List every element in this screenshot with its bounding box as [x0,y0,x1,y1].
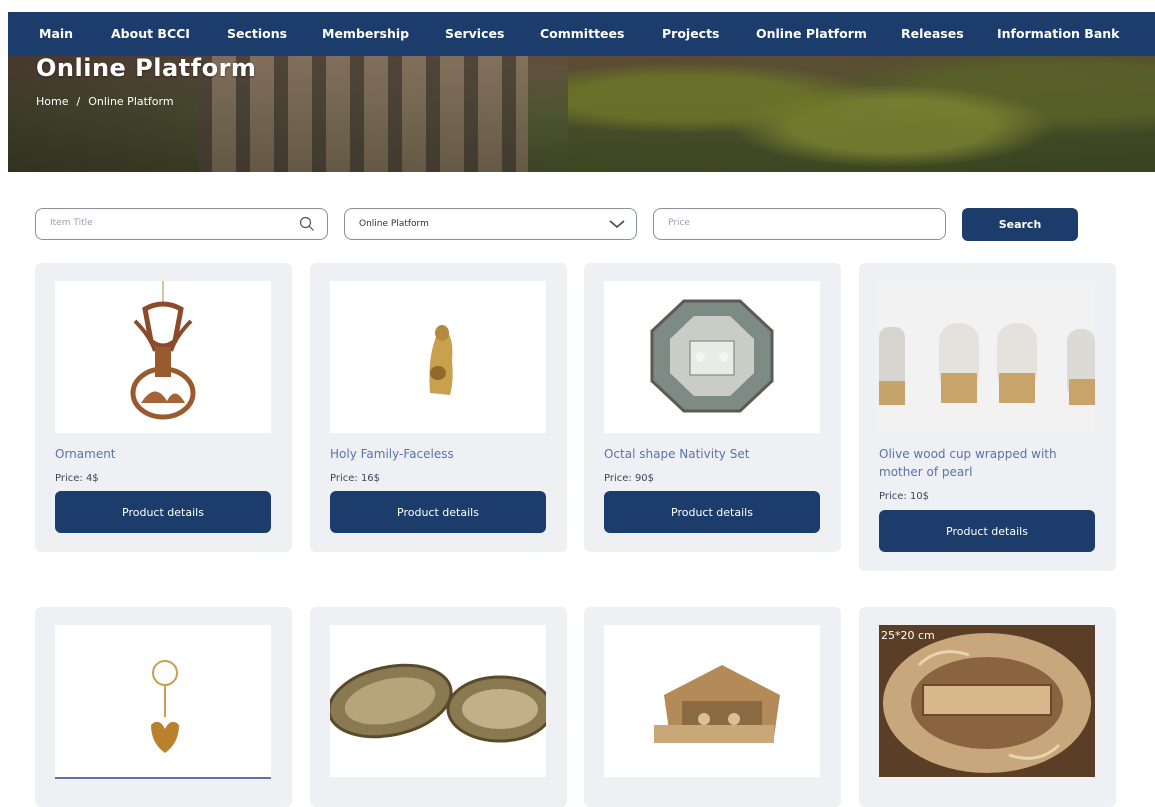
product-price: Price: 4$ [55,473,99,484]
nav-item-projects[interactable]: Projects [662,26,720,41]
product-title[interactable]: Holy Family-Faceless [330,445,550,463]
product-title[interactable]: Olive wood cup wrapped with mother of pe… [879,445,1099,481]
price-field [653,208,946,240]
search-icon[interactable] [299,216,315,232]
category-select-value: Online Platform [359,219,429,229]
image-caption: 25*20 cm [881,629,935,642]
product-image[interactable] [330,281,546,433]
product-card: Olive wood cup wrapped with mother of pe… [859,263,1116,571]
hero-garden-image [568,42,1155,172]
nav-item-membership[interactable]: Membership [322,26,409,41]
product-image[interactable] [604,625,820,777]
product-card [35,607,292,807]
price-input[interactable] [668,218,868,228]
page-title: Online Platform [36,54,257,82]
product-image[interactable] [330,625,546,777]
product-details-button[interactable]: Product details [604,491,820,533]
product-title[interactable]: Ornament [55,445,275,463]
product-card [310,607,567,807]
nav-item-about-bcci[interactable]: About BCCI [111,26,190,41]
product-image[interactable] [55,281,271,433]
nav-item-services[interactable]: Services [445,26,504,41]
nav-item-committees[interactable]: Committees [540,26,624,41]
main-nav: Main About BCCI Sections Membership Serv… [8,12,1155,56]
breadcrumb-home[interactable]: Home [36,95,68,108]
product-details-button[interactable]: Product details [879,510,1095,552]
product-card: Octal shape Nativity Set Price: 90$ Prod… [584,263,841,552]
nav-item-sections[interactable]: Sections [227,26,287,41]
product-price: Price: 16$ [330,473,381,484]
chevron-down-icon [609,220,625,229]
product-image[interactable] [879,281,1095,433]
product-image[interactable]: 25*20 cm [879,625,1095,777]
product-details-button[interactable]: Product details [330,491,546,533]
product-price: Price: 10$ [879,491,930,502]
item-title-field [35,208,328,240]
category-select[interactable]: Online Platform [344,208,637,240]
product-details-button[interactable]: Product details [55,491,271,533]
product-card: Holy Family-Faceless Price: 16$ Product … [310,263,567,552]
breadcrumb: Home / Online Platform [36,95,174,108]
breadcrumb-separator: / [76,95,81,108]
product-image[interactable] [55,625,271,779]
breadcrumb-current: Online Platform [88,95,174,108]
nav-item-main[interactable]: Main [39,26,73,41]
nav-item-information-bank[interactable]: Information Bank [997,26,1119,41]
product-card [584,607,841,807]
product-title[interactable]: Octal shape Nativity Set [604,445,824,463]
product-card: Ornament Price: 4$ Product details [35,263,292,552]
item-title-input[interactable] [50,218,250,228]
nav-item-online-platform[interactable]: Online Platform [756,26,867,41]
product-price: Price: 90$ [604,473,655,484]
search-button[interactable]: Search [962,208,1078,241]
nav-item-releases[interactable]: Releases [901,26,964,41]
product-card: 25*20 cm [859,607,1116,807]
product-image[interactable] [604,281,820,433]
